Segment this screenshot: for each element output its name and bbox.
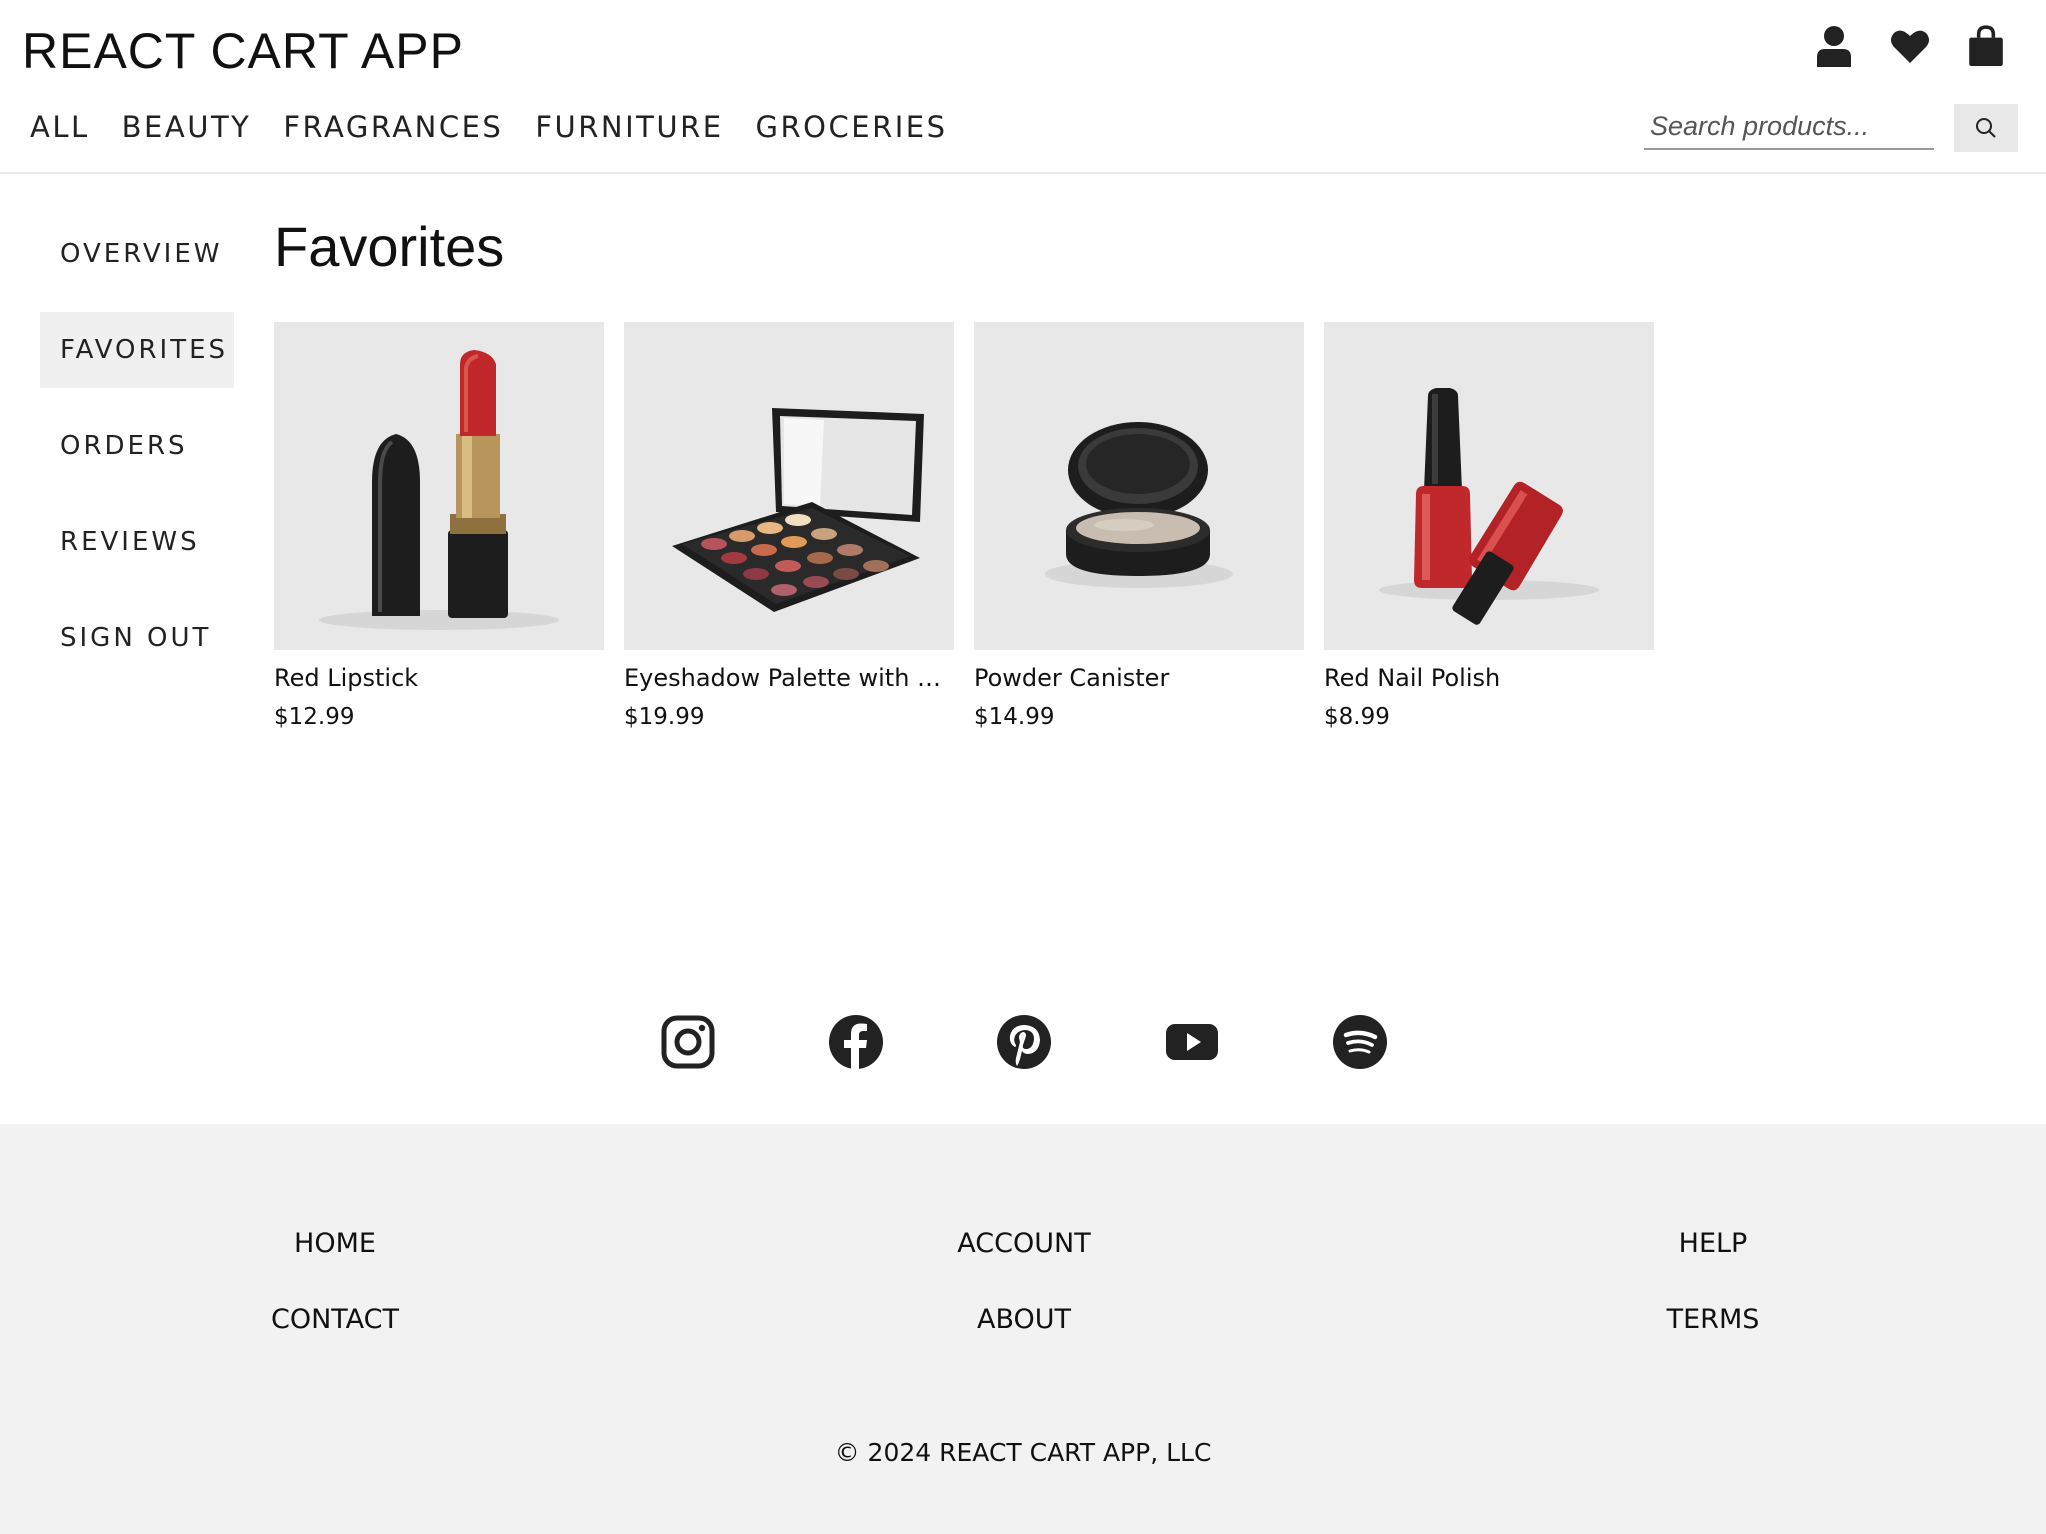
account-sidebar: OVERVIEW FAVORITES ORDERS REVIEWS SIGN O… [40, 216, 234, 696]
instagram-icon[interactable] [660, 1014, 716, 1070]
product-card[interactable]: Red Lipstick $12.99 [274, 322, 604, 730]
shopping-bag-icon[interactable] [1966, 24, 2006, 68]
product-price: $14.99 [974, 704, 1055, 730]
search-icon [1976, 118, 1996, 138]
sidebar-item-reviews[interactable]: REVIEWS [40, 504, 234, 580]
footer-link-help[interactable]: HELP [1679, 1228, 1748, 1259]
category-fragrances[interactable]: FRAGRANCES [283, 110, 503, 144]
page-title: Favorites [274, 215, 505, 278]
copyright-text: © 2024 REACT CART APP, LLC [834, 1438, 1212, 1467]
product-price: $12.99 [274, 704, 355, 730]
footer-link-account[interactable]: ACCOUNT [957, 1228, 1090, 1259]
search-input[interactable] [1644, 104, 1934, 150]
site-footer: HOME ACCOUNT HELP CONTACT ABOUT TERMS © … [0, 1124, 2046, 1534]
product-image-powder-canister[interactable] [974, 322, 1304, 650]
facebook-icon[interactable] [828, 1014, 884, 1070]
product-name[interactable]: Red Nail Polish [1324, 664, 1654, 692]
product-card[interactable]: Red Nail Polish $8.99 [1324, 322, 1654, 730]
product-name[interactable]: Eyeshadow Palette with Mirror [624, 664, 954, 692]
category-beauty[interactable]: BEAUTY [122, 110, 252, 144]
product-price: $19.99 [624, 704, 705, 730]
product-image-lipstick[interactable] [274, 322, 604, 650]
product-name[interactable]: Red Lipstick [274, 664, 604, 692]
category-groceries[interactable]: GROCERIES [756, 110, 948, 144]
product-name[interactable]: Powder Canister [974, 664, 1304, 692]
sidebar-item-orders[interactable]: ORDERS [40, 408, 234, 484]
heart-icon[interactable] [1890, 24, 1930, 68]
social-links [660, 1014, 1388, 1070]
product-price: $8.99 [1324, 704, 1390, 730]
category-furniture[interactable]: FURNITURE [535, 110, 723, 144]
category-nav: ALL BEAUTY FRAGRANCES FURNITURE GROCERIE… [30, 110, 948, 144]
product-card[interactable]: Eyeshadow Palette with Mirror $19.99 [624, 322, 954, 730]
youtube-icon[interactable] [1164, 1014, 1220, 1070]
footer-link-terms[interactable]: TERMS [1667, 1304, 1760, 1335]
pinterest-icon[interactable] [996, 1014, 1052, 1070]
header-actions [1814, 24, 2006, 68]
favorites-grid: Red Lipstick $12.99 Eyeshadow Palette wi… [274, 322, 1654, 730]
product-card[interactable]: Powder Canister $14.99 [974, 322, 1304, 730]
site-header: REACT CART APP ALL BEAUTY FRAGRANCES FUR… [0, 0, 2046, 174]
category-all[interactable]: ALL [30, 110, 90, 144]
brand-logo[interactable]: REACT CART APP [22, 22, 464, 80]
spotify-icon[interactable] [1332, 1014, 1388, 1070]
footer-link-about[interactable]: ABOUT [977, 1304, 1071, 1335]
footer-link-contact[interactable]: CONTACT [271, 1304, 399, 1335]
sidebar-item-overview[interactable]: OVERVIEW [40, 216, 234, 292]
search-button[interactable] [1954, 104, 2018, 152]
user-icon[interactable] [1814, 24, 1854, 68]
product-image-nail-polish[interactable] [1324, 322, 1654, 650]
footer-link-home[interactable]: HOME [294, 1228, 376, 1259]
sidebar-item-favorites[interactable]: FAVORITES [40, 312, 234, 388]
sidebar-item-sign-out[interactable]: SIGN OUT [40, 600, 234, 676]
product-image-eyeshadow-palette[interactable] [624, 322, 954, 650]
